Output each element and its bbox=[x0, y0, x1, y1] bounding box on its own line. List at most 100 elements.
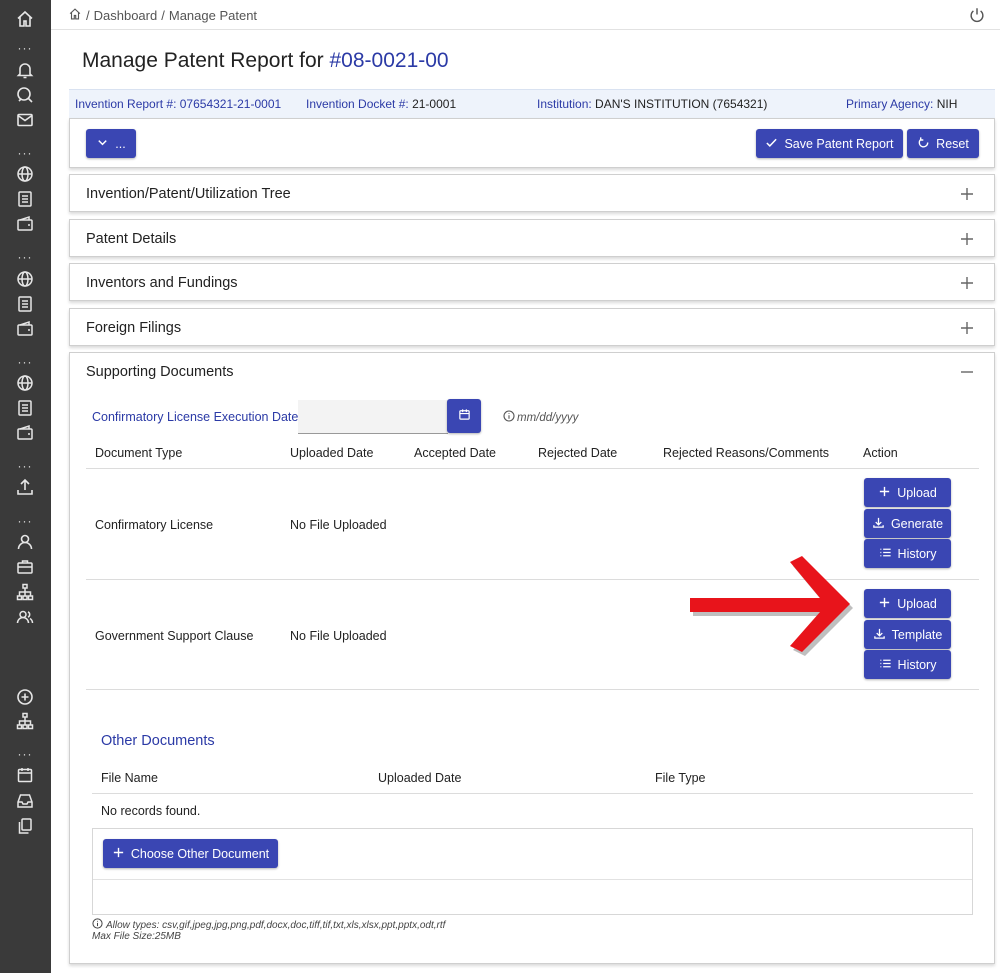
upload-button[interactable]: Upload bbox=[864, 589, 951, 618]
breadcrumb-dashboard[interactable]: Dashboard bbox=[94, 8, 158, 23]
org-chart-icon[interactable] bbox=[15, 711, 35, 731]
power-icon[interactable] bbox=[968, 6, 986, 24]
divider bbox=[86, 468, 979, 469]
left-sidebar: ··· ··· ··· ··· ··· ··· ··· bbox=[0, 0, 51, 973]
breadcrumb-separator: / bbox=[161, 8, 165, 23]
bell-icon[interactable] bbox=[15, 60, 35, 80]
conf-license-date-label: Confirmatory License Execution Date bbox=[92, 410, 299, 424]
document-icon[interactable] bbox=[15, 294, 35, 314]
breadcrumb-current: Manage Patent bbox=[168, 8, 258, 23]
template-label: Template bbox=[891, 627, 943, 642]
institution-label: Institution: bbox=[537, 97, 592, 111]
choose-document-label: Choose Other Document bbox=[130, 846, 270, 861]
home-icon[interactable] bbox=[68, 7, 82, 24]
uploaded-date: No File Uploaded bbox=[290, 629, 387, 643]
plus-icon bbox=[878, 596, 891, 612]
home-icon[interactable] bbox=[15, 9, 35, 29]
plus-icon[interactable] bbox=[960, 187, 974, 201]
upload-icon[interactable] bbox=[15, 477, 35, 497]
template-button[interactable]: Template bbox=[864, 620, 951, 649]
globe-icon[interactable] bbox=[15, 164, 35, 184]
more-dots-icon: ··· bbox=[17, 355, 33, 369]
divider bbox=[86, 689, 979, 690]
document-icon[interactable] bbox=[15, 398, 35, 418]
invention-report-value[interactable]: 07654321-21-0001 bbox=[180, 97, 281, 111]
history-button[interactable]: History bbox=[864, 539, 951, 568]
column-header: Rejected Reasons/Comments bbox=[663, 446, 830, 460]
column-header: Accepted Date bbox=[414, 446, 496, 460]
invention-docket-info: Invention Docket #: 21-0001 bbox=[306, 97, 456, 111]
docket-label: Invention Docket #: bbox=[306, 97, 409, 111]
reset-label: Reset bbox=[936, 136, 969, 151]
add-circle-icon[interactable] bbox=[15, 687, 35, 707]
mail-icon[interactable] bbox=[15, 110, 35, 130]
invention-info-bar: Invention Report #: 07654321-21-0001 Inv… bbox=[69, 89, 995, 119]
empty-state-text: No records found. bbox=[101, 804, 201, 818]
accordion-foreign-filings[interactable]: Foreign Filings bbox=[69, 308, 995, 346]
chevron-down-icon bbox=[96, 136, 109, 152]
patent-number: #08-0021-00 bbox=[329, 49, 449, 72]
divider bbox=[93, 879, 972, 880]
generate-button[interactable]: Generate bbox=[864, 509, 951, 538]
globe-icon[interactable] bbox=[15, 269, 35, 289]
uploaded-date: No File Uploaded bbox=[290, 518, 387, 532]
document-type: Government Support Clause bbox=[95, 629, 254, 643]
document-type: Confirmatory License bbox=[95, 518, 214, 532]
info-icon bbox=[92, 918, 103, 932]
plus-icon[interactable] bbox=[960, 321, 974, 335]
more-dots-icon: ··· bbox=[17, 514, 33, 528]
column-header: File Name bbox=[101, 771, 158, 785]
breadcrumb: / Dashboard / Manage Patent bbox=[68, 7, 257, 24]
chat-search-icon[interactable] bbox=[15, 85, 35, 105]
document-icon[interactable] bbox=[15, 189, 35, 209]
more-actions-button[interactable]: ... bbox=[86, 129, 136, 158]
users-icon[interactable] bbox=[15, 607, 35, 627]
copy-icon[interactable] bbox=[15, 816, 35, 836]
inbox-icon[interactable] bbox=[15, 791, 35, 811]
file-upload-box[interactable]: Choose Other Document bbox=[92, 828, 973, 915]
accordion-inventors-fundings[interactable]: Inventors and Fundings bbox=[69, 263, 995, 301]
breadcrumb-separator: / bbox=[86, 8, 90, 23]
download-icon bbox=[872, 516, 885, 532]
red-arrow-annotation bbox=[688, 552, 854, 656]
more-dots-icon: ··· bbox=[17, 41, 33, 55]
column-header: Uploaded Date bbox=[378, 771, 462, 785]
conf-license-date-input[interactable] bbox=[298, 400, 448, 434]
upload-button[interactable]: Upload bbox=[864, 478, 951, 507]
column-header: File Type bbox=[655, 771, 706, 785]
wallet-icon[interactable] bbox=[15, 319, 35, 339]
column-header: Rejected Date bbox=[538, 446, 618, 460]
date-format-hint: mm/dd/yyyy bbox=[503, 410, 578, 425]
save-label: Save Patent Report bbox=[784, 136, 894, 151]
user-icon[interactable] bbox=[15, 532, 35, 552]
accordion-title[interactable]: Supporting Documents bbox=[86, 364, 234, 380]
more-dots-icon: ··· bbox=[17, 747, 33, 761]
briefcase-icon[interactable] bbox=[15, 557, 35, 577]
accordion-invention-tree[interactable]: Invention/Patent/Utilization Tree bbox=[69, 174, 995, 212]
calendar-button[interactable] bbox=[447, 399, 481, 433]
globe-icon[interactable] bbox=[15, 373, 35, 393]
plus-icon[interactable] bbox=[960, 276, 974, 290]
accordion-title: Foreign Filings bbox=[86, 320, 182, 336]
history-button[interactable]: History bbox=[864, 650, 951, 679]
accordion-supporting-documents: Supporting Documents Confirmatory Licens… bbox=[69, 352, 995, 964]
page-title: Manage Patent Report for #08-0021-00 bbox=[82, 49, 449, 73]
calendar-icon[interactable] bbox=[15, 765, 35, 785]
choose-other-document-button[interactable]: Choose Other Document bbox=[103, 839, 278, 868]
history-label: History bbox=[897, 657, 937, 672]
check-icon bbox=[765, 136, 778, 152]
reset-button[interactable]: Reset bbox=[907, 129, 979, 158]
allowed-types-note: Allow types: csv,gif,jpeg,jpg,png,pdf,do… bbox=[92, 918, 445, 932]
action-toolbar: ... Save Patent Report Reset bbox=[69, 118, 995, 168]
save-patent-report-button[interactable]: Save Patent Report bbox=[756, 129, 903, 158]
plus-icon[interactable] bbox=[960, 232, 974, 246]
accordion-title: Invention/Patent/Utilization Tree bbox=[86, 186, 291, 202]
wallet-icon[interactable] bbox=[15, 214, 35, 234]
column-header: Action bbox=[863, 446, 898, 460]
plus-icon bbox=[112, 846, 125, 862]
org-chart-icon[interactable] bbox=[15, 582, 35, 602]
minus-icon[interactable] bbox=[960, 365, 974, 379]
wallet-icon[interactable] bbox=[15, 423, 35, 443]
list-icon bbox=[879, 657, 892, 673]
accordion-patent-details[interactable]: Patent Details bbox=[69, 219, 995, 257]
